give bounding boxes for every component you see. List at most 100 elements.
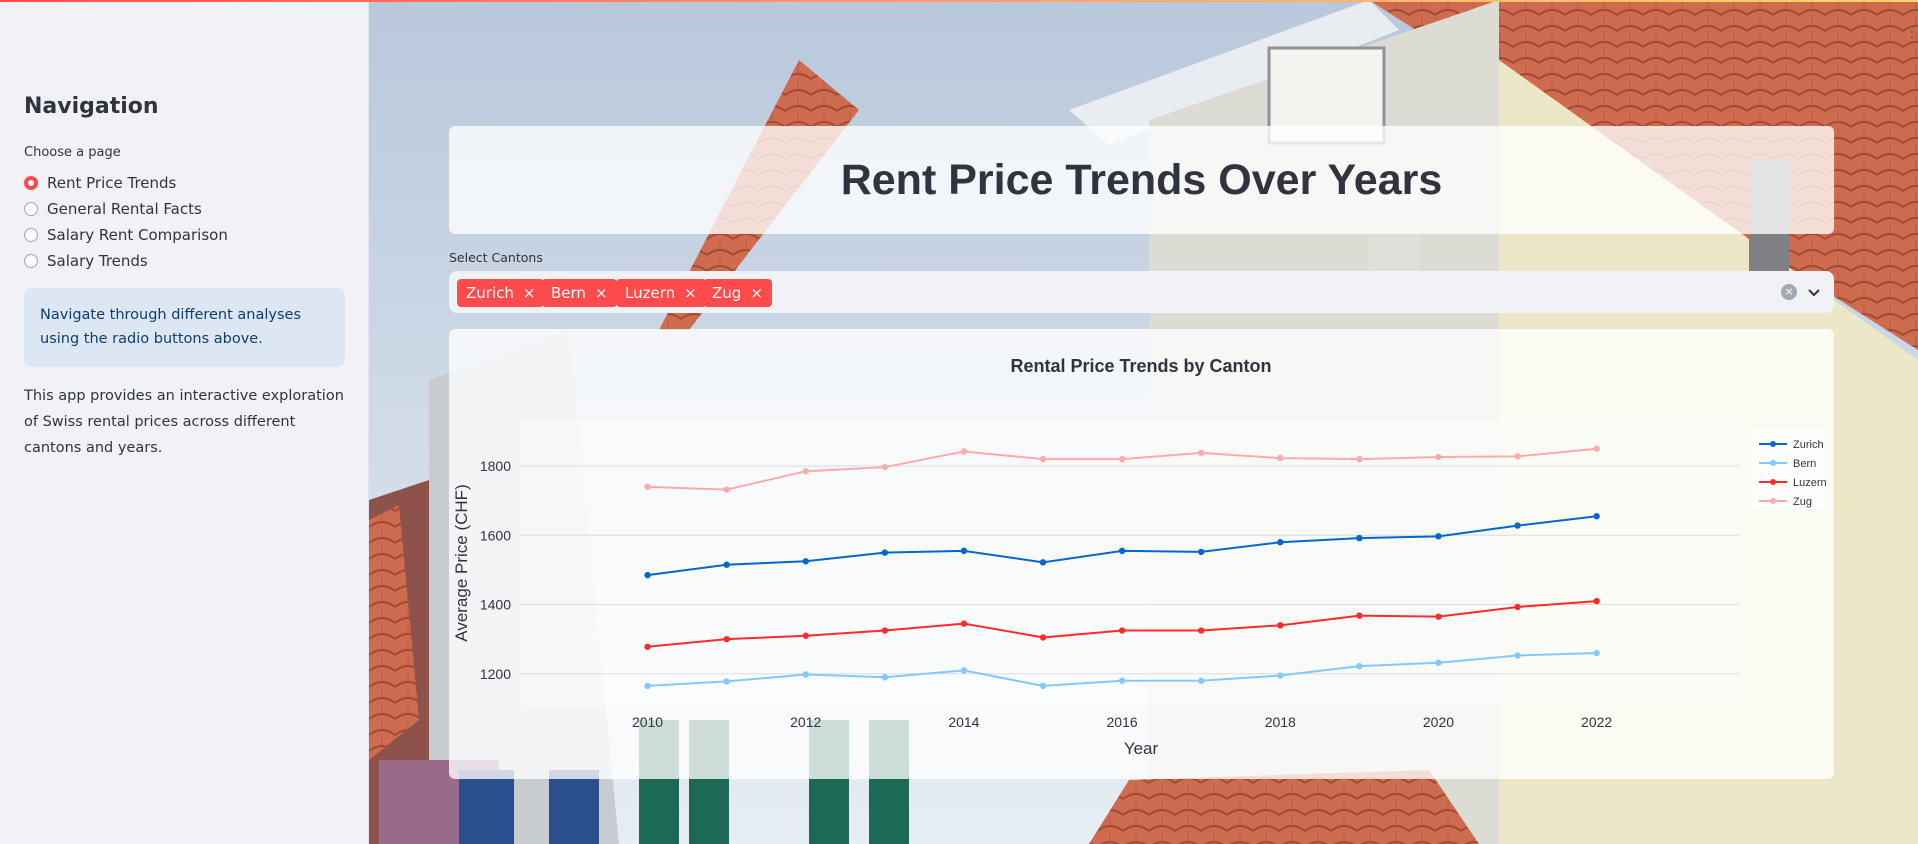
info-box: Navigate through different analyses usin… — [24, 288, 345, 367]
tag-label: Bern — [551, 284, 586, 302]
data-point-luzern — [1277, 622, 1284, 629]
data-point-zug — [1356, 455, 1363, 463]
data-point-zurich — [1039, 559, 1047, 566]
radio-label[interactable]: Salary Rent Comparison — [47, 226, 228, 244]
data-point-zug — [802, 468, 809, 475]
data-point-zurich — [960, 547, 968, 555]
about-text: This app provides an interactive explora… — [24, 388, 344, 456]
page-radio-group: Rent Price Trends General Rental Facts S… — [24, 170, 228, 274]
tag-zurich[interactable]: Zurich × — [457, 279, 545, 307]
tag-label: Zug — [712, 284, 742, 302]
top-accent-bar — [0, 0, 1918, 2]
remove-tag-icon[interactable]: × — [523, 285, 536, 301]
tag-label: Zurich — [466, 284, 514, 302]
radio-label[interactable]: Salary Trends — [47, 252, 148, 270]
data-point-luzern — [1435, 613, 1442, 620]
tag-luzern[interactable]: Luzern × — [616, 279, 706, 307]
data-point-zurich — [644, 571, 651, 579]
data-point-bern — [802, 671, 809, 678]
chart-legend: Zurich Bern Luzern Zug — [1751, 430, 1827, 510]
x-tick-label: 2022 — [1581, 714, 1612, 730]
tag-bern[interactable]: Bern × — [542, 279, 617, 307]
data-point-luzern — [802, 632, 809, 639]
data-point-luzern — [1356, 612, 1363, 619]
radio-selected-icon[interactable] — [24, 176, 38, 190]
legend-marker-luzern — [1770, 479, 1776, 485]
radio-label[interactable]: Rent Price Trends — [47, 174, 176, 192]
legend-marker-zurich — [1770, 441, 1776, 447]
data-point-luzern — [644, 643, 651, 650]
legend-label-zug: Zug — [1793, 496, 1812, 508]
data-point-bern — [1039, 682, 1047, 690]
legend-label-zurich: Zurich — [1793, 439, 1824, 451]
radio-group-label: Choose a page — [24, 145, 121, 160]
data-point-zug — [1277, 454, 1284, 462]
data-point-zurich — [881, 549, 889, 556]
data-point-zug — [960, 448, 968, 455]
data-point-zug — [1039, 455, 1047, 463]
x-tick-label: 2020 — [1423, 714, 1454, 730]
data-point-bern — [1435, 659, 1442, 666]
data-point-zug — [1514, 453, 1521, 460]
data-point-zug — [1118, 455, 1126, 463]
data-point-luzern — [1514, 603, 1521, 611]
chart-card: Rental Price Trends by Canton 1200 1400 16… — [449, 329, 1834, 779]
data-point-bern — [960, 667, 968, 674]
main-area: ⋮ Rent Price Trends Over Years Select Ca… — [369, 0, 1918, 844]
y-tick-labels: 1200 1400 1600 1800 — [480, 458, 511, 682]
data-point-zug — [723, 486, 730, 493]
y-axis-label: Average Price (CHF) — [452, 484, 471, 641]
chevron-down-icon[interactable] — [1806, 284, 1822, 300]
data-point-bern — [1118, 677, 1126, 684]
data-point-zug — [1435, 453, 1442, 461]
radio-unselected-icon[interactable] — [24, 254, 38, 268]
chart-title: Rental Price Trends by Canton — [1010, 356, 1271, 376]
data-point-zug — [1593, 445, 1600, 452]
remove-tag-icon[interactable]: × — [595, 285, 608, 301]
data-point-bern — [644, 682, 651, 690]
clear-all-icon[interactable]: × — [1781, 284, 1797, 300]
data-point-zurich — [1435, 533, 1442, 540]
legend-label-bern: Bern — [1793, 458, 1816, 470]
data-point-zug — [644, 483, 651, 491]
data-point-bern — [1197, 677, 1205, 684]
data-point-luzern — [1118, 627, 1126, 634]
legend-marker-bern — [1770, 460, 1776, 466]
data-point-luzern — [1593, 597, 1600, 605]
radio-unselected-icon[interactable] — [24, 228, 38, 242]
data-point-luzern — [1039, 634, 1047, 641]
radio-unselected-icon[interactable] — [24, 202, 38, 216]
data-point-luzern — [960, 620, 968, 627]
remove-tag-icon[interactable]: × — [750, 285, 763, 301]
x-tick-label: 2012 — [790, 714, 821, 730]
data-point-zurich — [723, 561, 730, 568]
data-point-bern — [1514, 652, 1521, 659]
data-point-luzern — [723, 635, 730, 643]
radio-rent-price-trends[interactable]: Rent Price Trends — [24, 170, 228, 196]
sidebar-title: Navigation — [24, 94, 159, 119]
data-point-zurich — [802, 558, 809, 565]
data-point-zug — [881, 463, 889, 471]
tag-label: Luzern — [625, 284, 676, 302]
y-tick-label: 1800 — [480, 458, 511, 474]
x-tick-label: 2014 — [948, 714, 979, 730]
canton-multiselect[interactable]: Zurich × Bern × Luzern × Zug × × — [449, 271, 1834, 313]
radio-label[interactable]: General Rental Facts — [47, 200, 202, 218]
rental-price-chart: Rental Price Trends by Canton 1200 1400 16… — [452, 356, 1827, 758]
x-tick-labels: 2010 2012 2014 2016 2018 2020 2022 — [632, 714, 1612, 730]
y-tick-label: 1200 — [480, 666, 511, 682]
main-menu-icon[interactable]: ⋮ — [1904, 24, 1918, 40]
radio-salary-rent-comparison[interactable]: Salary Rent Comparison — [24, 222, 228, 248]
radio-general-rental-facts[interactable]: General Rental Facts — [24, 196, 228, 222]
data-point-zurich — [1593, 513, 1600, 520]
y-tick-label: 1600 — [480, 527, 511, 543]
legend-label-luzern: Luzern — [1793, 477, 1827, 489]
tag-zug[interactable]: Zug × — [703, 279, 772, 307]
data-point-bern — [1277, 672, 1284, 679]
data-point-zurich — [1197, 548, 1205, 556]
radio-salary-trends[interactable]: Salary Trends — [24, 248, 228, 274]
data-point-luzern — [881, 627, 889, 634]
x-tick-label: 2016 — [1107, 714, 1138, 730]
remove-tag-icon[interactable]: × — [684, 285, 697, 301]
x-axis-label: Year — [1124, 739, 1159, 758]
